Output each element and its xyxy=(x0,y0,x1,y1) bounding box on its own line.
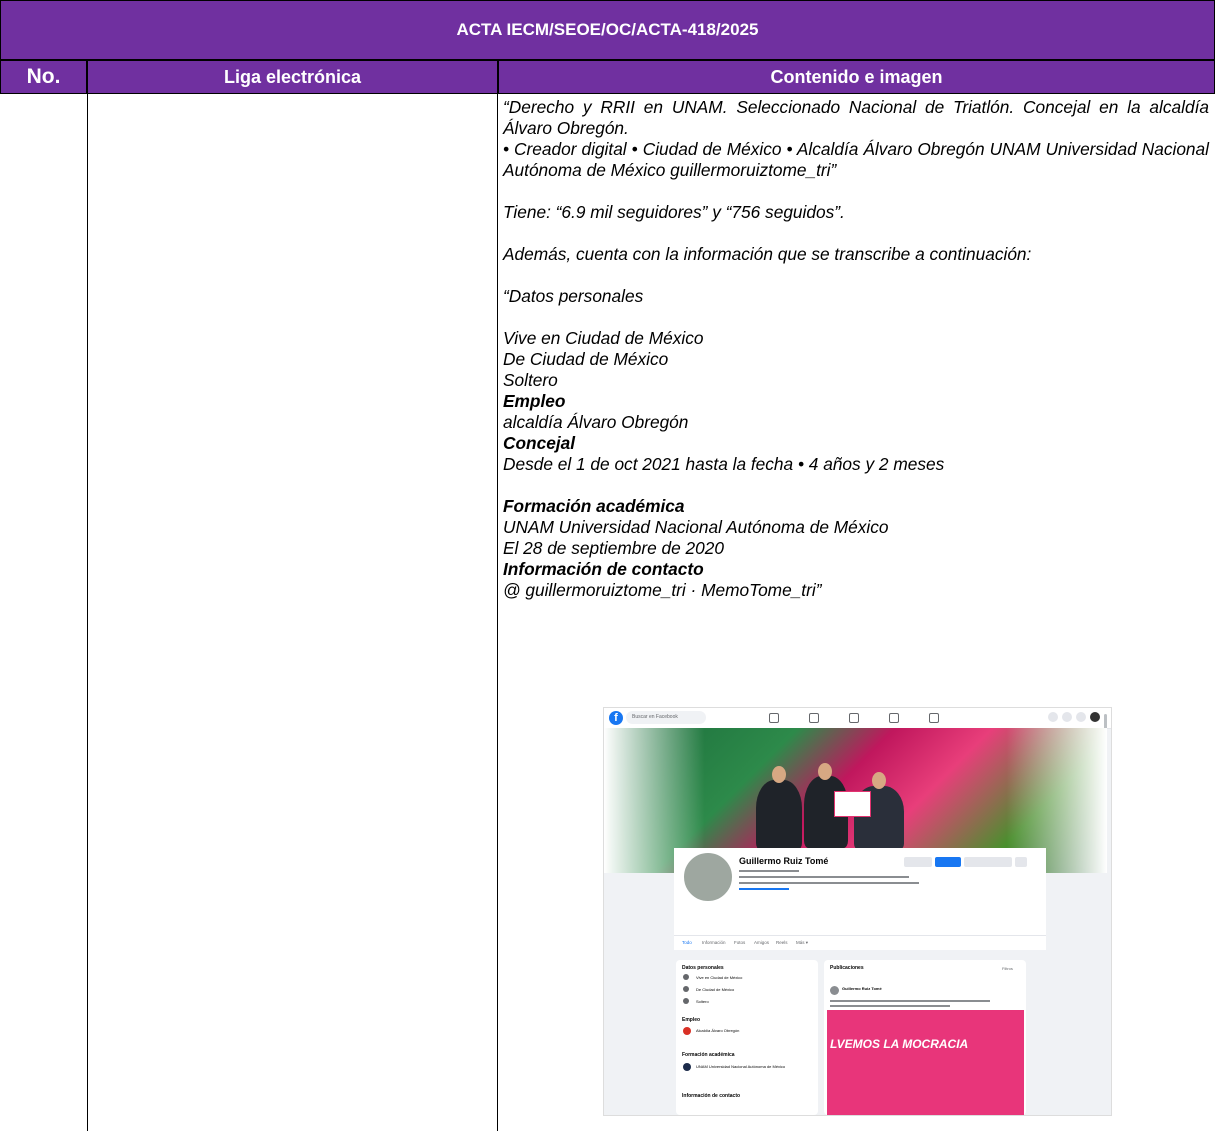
tab-informacion: Información xyxy=(702,940,726,945)
home-icon xyxy=(683,986,689,992)
profile-name: Guillermo Ruiz Tomé xyxy=(739,856,829,866)
notifications-icon xyxy=(1076,712,1086,722)
video-icon xyxy=(849,713,859,723)
empleo-lugar-text: alcaldía Álvaro Obregón xyxy=(503,412,689,432)
cover-person xyxy=(756,780,802,850)
vive-text: Vive en Ciudad de México xyxy=(503,328,704,348)
intro-text: Además, cuenta con la información que se… xyxy=(503,244,1032,264)
tab-todo: Todo xyxy=(682,940,692,945)
intro-card xyxy=(676,960,818,1115)
marketplace-icon xyxy=(889,713,899,723)
account-avatar-icon xyxy=(1090,712,1100,722)
column-divider xyxy=(87,94,88,1131)
more-button xyxy=(1015,857,1027,867)
estado-civil-text: Soltero xyxy=(503,370,558,390)
universidad-item: UNAM Universidad Nacional Autónoma de Mé… xyxy=(696,1064,786,1069)
unam-logo xyxy=(683,1063,691,1071)
facebook-search-input: Buscar en Facebook xyxy=(626,711,706,724)
contacto-text: @ guillermoruiztome_tri · MemoTome_tri” xyxy=(503,580,822,600)
column-header-liga: Liga electrónica xyxy=(87,60,498,94)
profile-avatar xyxy=(682,851,734,903)
cargo-heading: Concejal xyxy=(503,433,576,453)
cover-sign xyxy=(834,791,871,817)
estado-item: Soltero xyxy=(696,999,709,1004)
menu-icon xyxy=(1048,712,1058,722)
origen-item: De Ciudad de México xyxy=(696,987,735,992)
datos-personales-label: “Datos personales xyxy=(503,286,644,306)
post-image-text: LVEMOS LA MOCRACIA xyxy=(830,1037,969,1051)
post-avatar xyxy=(830,986,839,995)
post-image xyxy=(827,1010,1024,1115)
heart-icon xyxy=(683,998,689,1004)
datos-personales-heading: Datos personales xyxy=(682,965,724,971)
facebook-logo-icon: f xyxy=(609,711,623,725)
location-icon xyxy=(683,974,689,980)
friends-icon xyxy=(809,713,819,723)
home-icon xyxy=(769,713,779,723)
tab-reels: Reels xyxy=(776,940,788,945)
employer-logo xyxy=(683,1027,691,1035)
contacto-heading: Información de contacto xyxy=(682,1093,741,1099)
empleo-heading: Empleo xyxy=(682,1017,701,1023)
facebook-profile-screenshot: f Buscar en Facebook Guillermo Ruiz Tomé xyxy=(603,707,1112,1116)
profile-tabs xyxy=(674,935,1046,950)
follow-button xyxy=(935,857,961,867)
column-divider xyxy=(497,94,498,1131)
messenger-icon xyxy=(1062,712,1072,722)
column-header-no: No. xyxy=(0,60,87,94)
tab-amigos: Amigos xyxy=(754,940,770,945)
periodo-text: Desde el 1 de oct 2021 hasta la fecha • … xyxy=(503,454,945,474)
filtros-button: Filtros xyxy=(1002,966,1013,971)
vive-item: Vive en Ciudad de México xyxy=(696,975,743,980)
publicaciones-heading: Publicaciones xyxy=(830,965,864,971)
empleo-heading: Empleo xyxy=(503,391,566,411)
add-friend-button xyxy=(964,857,1012,867)
formacion-heading: Formación académica xyxy=(503,496,685,516)
acta-title: ACTA IECM/SEOE/OC/ACTA-418/2025 xyxy=(0,0,1215,60)
empleo-item: Alcaldía Álvaro Obregón xyxy=(696,1028,740,1033)
tab-fotos: Fotos xyxy=(734,940,746,945)
origen-text: De Ciudad de México xyxy=(503,349,669,369)
universidad-text: UNAM Universidad Nacional Autónoma de Mé… xyxy=(503,517,889,537)
column-header-contenido: Contenido e imagen xyxy=(498,60,1215,94)
contacto-heading: Información de contacto xyxy=(503,559,704,579)
bio-text: “Derecho y RRII en UNAM. Seleccionado Na… xyxy=(503,97,1209,180)
followers-text: Tiene: “6.9 mil seguidores” y “756 segui… xyxy=(503,202,845,222)
gaming-icon xyxy=(929,713,939,723)
content-cell: “Derecho y RRII en UNAM. Seleccionado Na… xyxy=(503,97,1209,601)
formacion-heading: Formación académica xyxy=(682,1052,735,1058)
post-author: Guillermo Ruiz Tomé xyxy=(842,986,882,991)
fecha-text: El 28 de septiembre de 2020 xyxy=(503,538,724,558)
tab-mas: Más ▾ xyxy=(796,940,809,945)
message-button xyxy=(904,857,932,867)
